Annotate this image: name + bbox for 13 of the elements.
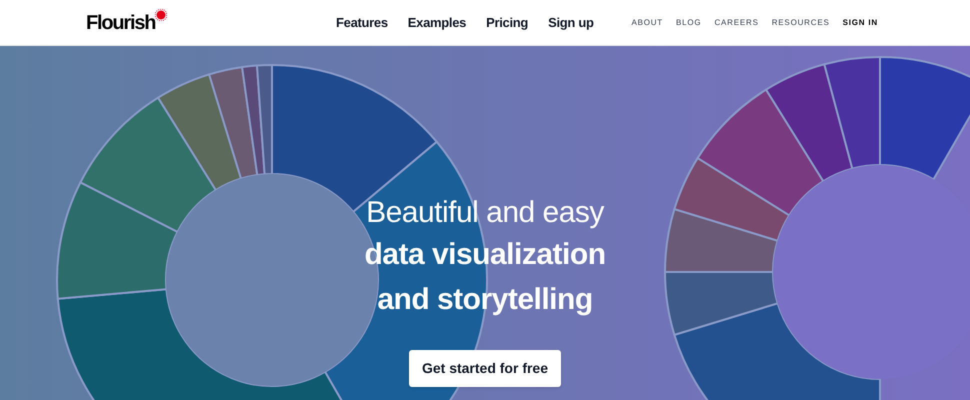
nav-link[interactable]: Pricing [486,12,528,32]
nav-link[interactable]: Examples [408,12,466,32]
logo[interactable]: Flourish [86,12,156,32]
nav-link[interactable]: BLOG [676,16,702,28]
nav-link[interactable]: CAREERS [714,16,759,28]
nav-link[interactable]: Sign up [548,12,594,32]
nav-link[interactable]: SIGN IN [842,16,878,28]
hero-title: Beautiful and easy [366,195,604,231]
nav-link[interactable]: ABOUT [631,16,663,28]
burst-icon [155,8,168,20]
get-started-button[interactable]: Get started for free [408,350,562,387]
nav-link[interactable]: Features [336,12,388,32]
nav-link[interactable]: RESOURCES [772,16,830,28]
